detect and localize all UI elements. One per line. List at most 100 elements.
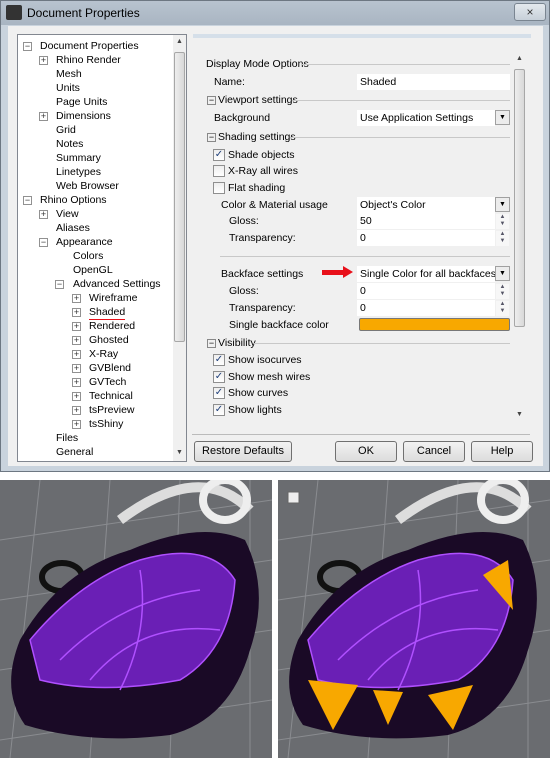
backface-gloss-spinner-icon[interactable]: ▲ ▼	[496, 284, 509, 299]
tree-item-gvblend[interactable]: GVBlend	[89, 361, 131, 375]
expand-icon[interactable]: +	[72, 350, 81, 359]
tree-item-tsshiny[interactable]: tsShiny	[89, 417, 123, 431]
tree-scroll-thumb[interactable]	[174, 52, 185, 342]
gloss-input[interactable]: 50	[357, 213, 495, 229]
tree-item-view[interactable]: View	[56, 207, 79, 221]
backface-gloss-input[interactable]: 0	[357, 283, 495, 299]
show-lights-label: Show lights	[228, 404, 282, 416]
tree-item-aliases[interactable]: Aliases	[56, 221, 90, 235]
color-material-label: Color & Material usage	[221, 199, 328, 211]
red-arrow-head-icon	[343, 266, 353, 278]
tree-item-page-units[interactable]: Page Units	[56, 95, 107, 109]
help-button[interactable]: Help	[471, 441, 533, 462]
visibility-heading: Visibility	[218, 337, 256, 349]
expand-icon[interactable]: +	[72, 308, 81, 317]
tree-item-web-browser[interactable]: Web Browser	[56, 179, 119, 193]
gloss-spinner-icon[interactable]: ▲ ▼	[496, 214, 509, 229]
expand-icon[interactable]: +	[39, 112, 48, 121]
tree-item-document-properties[interactable]: Document Properties	[40, 39, 139, 53]
tree-item-gvtech[interactable]: GVTech	[89, 375, 126, 389]
collapse-icon[interactable]: −	[23, 196, 32, 205]
expand-icon[interactable]: +	[72, 364, 81, 373]
flat-shading-checkbox[interactable]	[213, 182, 225, 194]
collapse-shading-icon[interactable]: −	[207, 133, 216, 142]
tree-scrollbar[interactable]: ▲ ▼	[173, 35, 186, 461]
tree-item-rhino-options[interactable]: Rhino Options	[40, 193, 107, 207]
backface-transparency-input[interactable]: 0	[357, 300, 495, 316]
options-tree: Document Properties − Rhino Render + Mesh Uni…	[17, 34, 187, 462]
ok-button[interactable]: OK	[335, 441, 397, 462]
tree-item-summary[interactable]: Summary	[56, 151, 101, 165]
tree-item-opengl[interactable]: OpenGL	[73, 263, 113, 277]
tree-item-units[interactable]: Units	[56, 81, 80, 95]
backface-transparency-label: Transparency:	[229, 302, 296, 314]
show-isocurves-checkbox[interactable]: ✓	[213, 354, 225, 366]
settings-scrollbar[interactable]: ▲ ▼	[513, 53, 526, 423]
backface-dropdown-icon[interactable]: ▼	[495, 266, 510, 281]
color-material-select[interactable]: Object's Color	[357, 197, 495, 213]
background-select[interactable]: Use Application Settings	[357, 110, 495, 126]
display-mode-options-heading: Display Mode Options	[206, 58, 309, 70]
expand-icon[interactable]: +	[72, 294, 81, 303]
show-lights-checkbox[interactable]: ✓	[213, 404, 225, 416]
settings-scroll-thumb[interactable]	[514, 69, 525, 327]
tree-item-ghosted[interactable]: Ghosted	[89, 333, 129, 347]
tree-item-rhino-render[interactable]: Rhino Render	[56, 53, 121, 67]
expand-icon[interactable]: +	[39, 56, 48, 65]
tree-item-appearance[interactable]: Appearance	[56, 235, 113, 249]
viewport-settings-heading: Viewport settings	[218, 94, 298, 106]
collapse-icon[interactable]: −	[55, 280, 64, 289]
tree-item-mesh[interactable]: Mesh	[56, 67, 82, 81]
expand-icon[interactable]: +	[72, 378, 81, 387]
expand-icon[interactable]: +	[72, 392, 81, 401]
restore-defaults-button[interactable]: Restore Defaults	[194, 441, 292, 462]
expand-icon[interactable]: +	[72, 420, 81, 429]
collapse-viewport-icon[interactable]: −	[207, 96, 216, 105]
tree-item-grid[interactable]: Grid	[56, 123, 76, 137]
tree-item-advanced-settings[interactable]: Advanced Settings	[73, 277, 161, 291]
tree-item-technical[interactable]: Technical	[89, 389, 133, 403]
expand-icon[interactable]: +	[72, 406, 81, 415]
scroll-up-icon[interactable]: ▲	[516, 55, 523, 62]
color-material-dropdown-icon[interactable]: ▼	[495, 197, 510, 212]
tree-item-dimensions[interactable]: Dimensions	[56, 109, 111, 123]
expand-icon[interactable]: +	[39, 210, 48, 219]
backface-color-swatch[interactable]	[359, 318, 510, 331]
expand-icon[interactable]: +	[72, 336, 81, 345]
tree-item-linetypes[interactable]: Linetypes	[56, 165, 101, 179]
background-label: Background	[214, 112, 271, 124]
backface-transparency-spinner-icon[interactable]: ▲ ▼	[496, 301, 509, 316]
show-curves-checkbox[interactable]: ✓	[213, 387, 225, 399]
backface-select[interactable]: Single Color for all backfaces	[357, 266, 496, 282]
tree-item-files[interactable]: Files	[56, 431, 78, 445]
close-button[interactable]: ×	[514, 3, 546, 21]
scroll-down-icon[interactable]: ▼	[516, 411, 523, 418]
tree-item-colors[interactable]: Colors	[73, 249, 103, 263]
show-mesh-wires-checkbox[interactable]: ✓	[213, 371, 225, 383]
scroll-up-icon[interactable]: ▲	[176, 38, 183, 45]
show-mesh-wires-label: Show mesh wires	[228, 371, 311, 383]
expand-icon[interactable]: +	[72, 322, 81, 331]
tree-item-tspreview[interactable]: tsPreview	[89, 403, 135, 417]
cancel-button[interactable]: Cancel	[403, 441, 465, 462]
tree-item-general[interactable]: General	[56, 445, 93, 459]
red-arrow-annotation	[322, 270, 344, 275]
collapse-visibility-icon[interactable]: −	[207, 339, 216, 348]
background-dropdown-icon[interactable]: ▼	[495, 110, 510, 125]
tree-item-notes[interactable]: Notes	[56, 137, 83, 151]
backface-settings-label: Backface settings	[221, 268, 304, 280]
collapse-icon[interactable]: −	[23, 42, 32, 51]
shade-objects-checkbox[interactable]: ✓	[213, 149, 225, 161]
scroll-down-icon[interactable]: ▼	[176, 449, 183, 456]
transparency-spinner-icon[interactable]: ▲ ▼	[496, 231, 509, 246]
tree-item-x-ray[interactable]: X-Ray	[89, 347, 118, 361]
shading-settings-heading: Shading settings	[218, 131, 296, 143]
name-input[interactable]: Shaded	[357, 74, 510, 90]
collapse-icon[interactable]: −	[39, 238, 48, 247]
tree-item-wireframe[interactable]: Wireframe	[89, 291, 137, 305]
xray-all-wires-checkbox[interactable]	[213, 165, 225, 177]
tree-item-rendered[interactable]: Rendered	[89, 319, 135, 333]
tree-item-shaded[interactable]: Shaded	[89, 305, 126, 320]
transparency-input[interactable]: 0	[357, 230, 495, 246]
name-label: Name:	[214, 76, 245, 88]
